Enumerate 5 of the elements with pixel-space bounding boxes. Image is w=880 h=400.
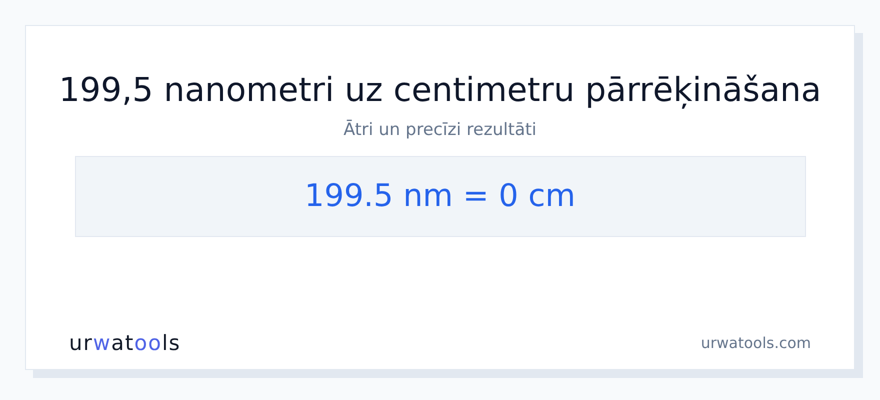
result-text: 199.5 nm = 0 cm (304, 177, 576, 216)
page-title: 199,5 nanometri uz centimetru pārrēķināšana (58, 70, 822, 110)
subtitle: Ātri un precīzi rezultāti (343, 118, 537, 142)
logo[interactable]: urwatools (69, 328, 181, 359)
site-link[interactable]: urwatools.com (700, 332, 811, 354)
